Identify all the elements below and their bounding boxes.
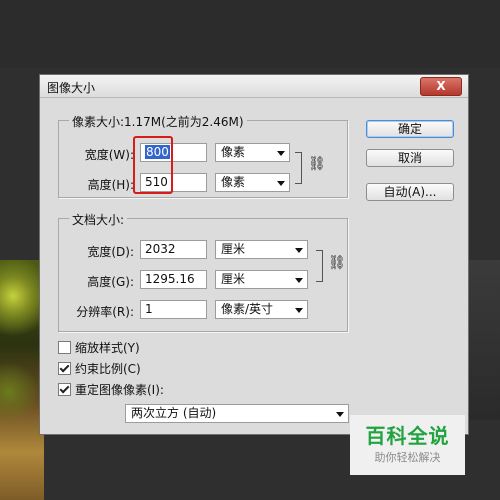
chevron-down-icon [295, 248, 303, 253]
workspace-background [0, 0, 500, 68]
chain-link-icon: ⛓ [308, 156, 326, 172]
chevron-down-icon [336, 412, 344, 417]
canvas-dark-area [466, 260, 500, 420]
scale-styles-checkbox[interactable] [58, 341, 71, 354]
pixel-height-unit-select[interactable]: 像素 [215, 173, 290, 192]
constrain-proportions-label: 约束比例(C) [75, 362, 141, 376]
highlight-box [133, 136, 173, 194]
pixel-width-unit-select[interactable]: 像素 [215, 143, 290, 162]
constrain-proportions-option[interactable]: 约束比例(C) [58, 360, 141, 377]
dialog-titlebar: 图像大小 X [40, 75, 468, 98]
chevron-down-icon [295, 308, 303, 313]
watermark-main-text: 百科全说 [365, 424, 450, 448]
resolution-value: 1 [145, 302, 153, 316]
doc-height-unit: 厘米 [221, 272, 246, 286]
image-size-dialog: 图像大小 X 像素大小:1.17M(之前为2.46M) 宽度(W): 800 像… [39, 74, 469, 435]
constrain-proportions-checkbox[interactable] [58, 362, 71, 375]
doc-height-label: 高度(G): [87, 275, 134, 289]
resolution-unit: 像素/英寸 [221, 302, 274, 316]
doc-width-label: 宽度(D): [87, 245, 134, 259]
doc-link-bracket [316, 250, 323, 282]
chain-link-icon: ⛓ [328, 255, 346, 271]
chevron-down-icon [277, 181, 285, 186]
scale-styles-option[interactable]: 缩放样式(Y) [58, 339, 140, 356]
auto-button[interactable]: 自动(A)... [366, 183, 454, 201]
resample-label: 重定图像像素(I): [75, 383, 164, 397]
resample-option[interactable]: 重定图像像素(I): [58, 381, 164, 398]
chevron-down-icon [277, 151, 285, 156]
watermark-logo: 百科全说 助你轻松解决 [350, 415, 465, 475]
pixel-height-label: 高度(H): [87, 178, 134, 192]
doc-height-unit-select[interactable]: 厘米 [215, 270, 308, 289]
canvas-photo [0, 260, 44, 500]
pixel-link-bracket [295, 152, 302, 184]
pixel-width-label: 宽度(W): [84, 148, 134, 162]
resample-checkbox[interactable] [58, 383, 71, 396]
ok-button[interactable]: 确定 [366, 120, 454, 138]
doc-width-input[interactable]: 2032 [140, 240, 207, 259]
pixel-height-unit: 像素 [221, 175, 246, 189]
watermark-sub-text: 助你轻松解决 [374, 451, 441, 464]
cancel-button[interactable]: 取消 [366, 149, 454, 167]
scale-styles-label: 缩放样式(Y) [75, 341, 140, 355]
document-size-legend: 文档大小: [69, 211, 128, 228]
dialog-title: 图像大小 [47, 81, 96, 95]
resolution-unit-select[interactable]: 像素/英寸 [215, 300, 308, 319]
resample-method-value: 两次立方 (自动) [131, 406, 217, 420]
close-button[interactable]: X [420, 77, 462, 96]
doc-width-unit: 厘米 [221, 242, 246, 256]
pixel-width-unit: 像素 [221, 145, 246, 159]
doc-width-unit-select[interactable]: 厘米 [215, 240, 308, 259]
doc-height-input[interactable]: 1295.16 [140, 270, 207, 289]
doc-width-value: 2032 [145, 242, 176, 256]
chevron-down-icon [295, 278, 303, 283]
doc-height-value: 1295.16 [145, 272, 195, 286]
resolution-label: 分辨率(R): [76, 305, 134, 319]
dialog-body: 像素大小:1.17M(之前为2.46M) 宽度(W): 800 像素 高度(H)… [40, 98, 468, 434]
resample-method-select[interactable]: 两次立方 (自动) [125, 404, 349, 423]
pixel-dimensions-legend: 像素大小:1.17M(之前为2.46M) [69, 113, 247, 130]
resolution-input[interactable]: 1 [140, 300, 207, 319]
